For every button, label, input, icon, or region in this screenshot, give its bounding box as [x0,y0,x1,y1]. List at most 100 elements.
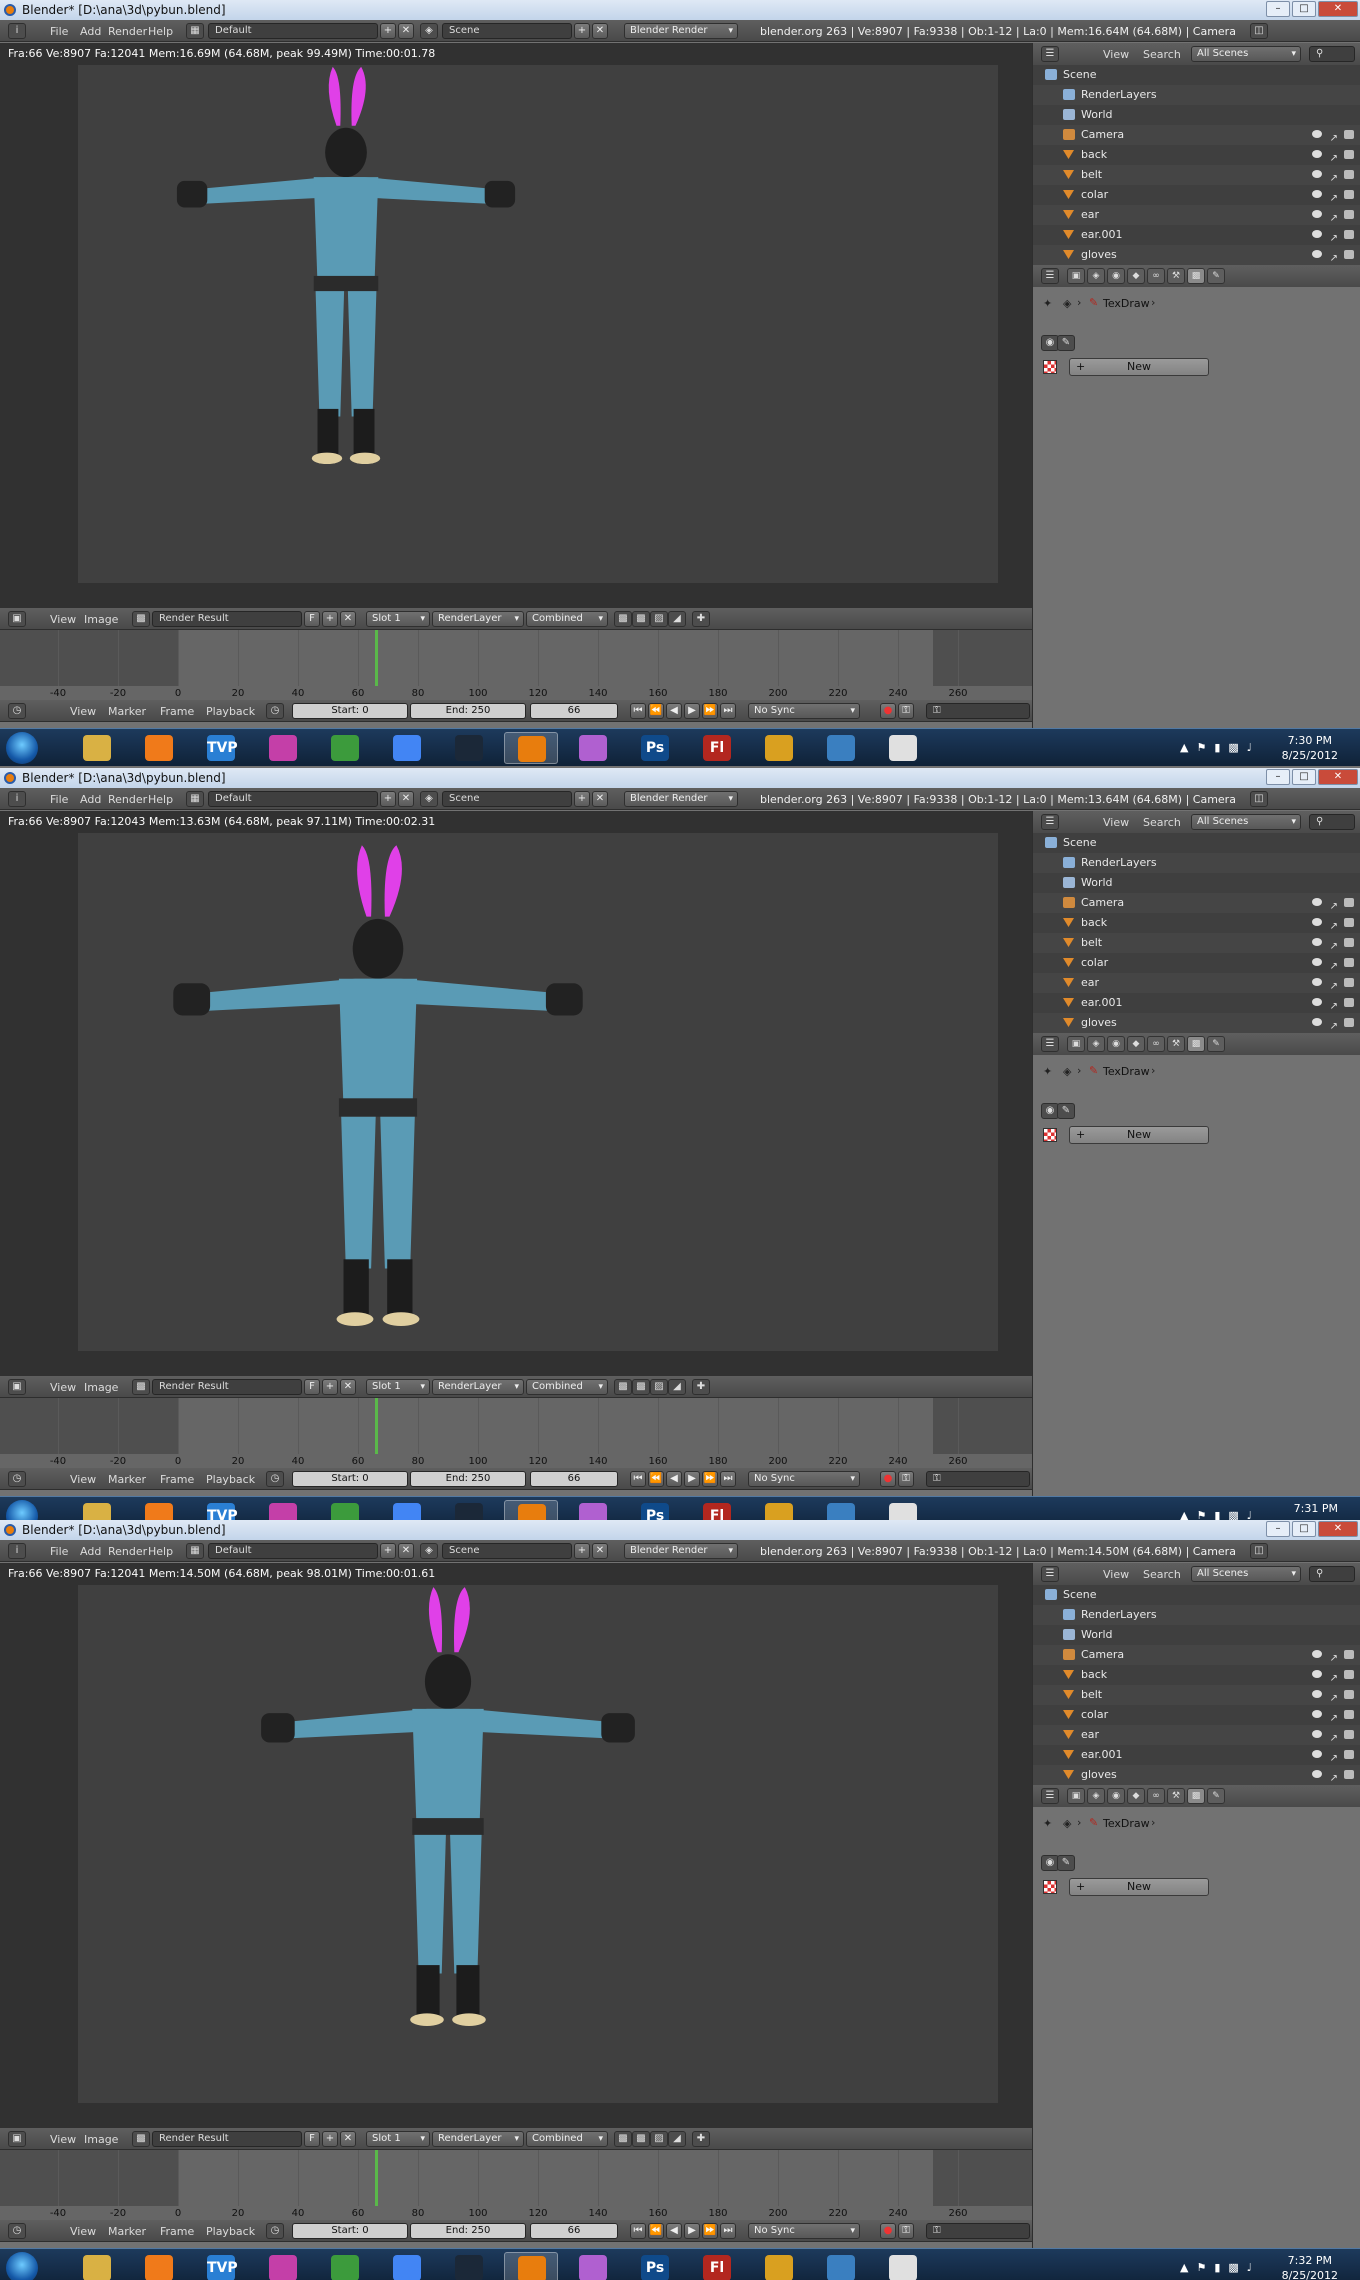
properties-type-icon[interactable]: ☰ [1041,1788,1059,1804]
visibility-eye-icon[interactable] [1312,170,1322,178]
texture-tab-icon[interactable]: ▩ [1187,1036,1205,1052]
taskbar-clock[interactable]: 7:31 PM [1294,1501,1338,1516]
start-orb-icon[interactable] [6,732,38,764]
timeline-marker-menu[interactable]: Marker [108,2225,146,2238]
menu-add[interactable]: Add [80,25,101,38]
add-layout-icon[interactable]: + [380,1543,396,1559]
play-icon[interactable]: ▶ [684,703,700,719]
outliner-filter-dropdown[interactable]: All Scenes [1191,46,1301,62]
tvp-icon[interactable]: TVP [194,732,248,764]
brush-slot-icon[interactable]: ✎ [1057,335,1075,351]
menu-file[interactable]: File [50,793,68,806]
render-camera-icon[interactable] [1344,958,1354,967]
texture-tab-icon[interactable]: ▩ [1187,1788,1205,1804]
menu-file[interactable]: File [50,25,68,38]
visibility-eye-icon[interactable] [1312,230,1322,238]
render-tab-icon[interactable]: ▣ [1067,1788,1085,1804]
start-orb-icon[interactable] [6,1500,38,1520]
screen-layout-icon[interactable]: ▦ [186,791,204,807]
fullscreen-icon[interactable]: ◫ [1250,1543,1268,1559]
render-camera-icon[interactable] [1344,150,1354,159]
menu-render[interactable]: Render [108,1545,147,1558]
flash-icon[interactable]: Fl [690,1500,744,1520]
image-close-icon[interactable]: ✕ [340,2131,356,2147]
editor-type-icon[interactable]: i [8,23,26,39]
image-name-field[interactable]: Render Result [152,1379,302,1395]
system-tray[interactable]: ▲⚑▮▩♩ [1180,1509,1260,1520]
image-editor-type-icon[interactable]: ▣ [8,611,26,627]
world-tab-icon[interactable]: ◉ [1107,1036,1125,1052]
outliner-item[interactable]: Scene [1033,65,1360,85]
outliner-item[interactable]: World [1033,105,1360,125]
play-reverse-icon[interactable]: ◀ [666,1471,682,1487]
visibility-eye-icon[interactable] [1312,958,1322,966]
screen-layout-field[interactable]: Default [208,1543,378,1559]
render-camera-icon[interactable] [1344,1690,1354,1699]
display-rgb-icon[interactable]: ▩ [614,611,632,627]
minimize-button[interactable]: – [1266,1,1290,17]
display-alpha-icon[interactable]: ▩ [632,2131,650,2147]
object-tab-icon[interactable]: ◆ [1127,1036,1145,1052]
world-tab-icon[interactable]: ◉ [1107,1788,1125,1804]
start-orb-icon[interactable] [6,2252,38,2280]
pin-icon[interactable]: ✦ [1043,1065,1052,1078]
brush-tab-icon[interactable]: ✎ [1207,1036,1225,1052]
add-layout-icon[interactable]: + [380,791,396,807]
jump-start-icon[interactable]: ⏮ [630,703,646,719]
color-wheel-icon[interactable] [566,2252,620,2280]
properties-type-icon[interactable]: ☰ [1041,1036,1059,1052]
image-add-icon[interactable]: + [322,611,338,627]
visibility-eye-icon[interactable] [1312,898,1322,906]
timeline-type-icon[interactable]: ◷ [8,703,26,719]
timeline-marker-menu[interactable]: Marker [108,1473,146,1486]
sync-dropdown[interactable]: No Sync [748,1471,860,1487]
outliner-item[interactable]: colar ↗ [1033,1705,1360,1725]
puzzle-icon[interactable] [752,1500,806,1520]
system-tray[interactable]: ▲⚑▮▩♩ [1180,2261,1260,2274]
visibility-eye-icon[interactable] [1312,210,1322,218]
visibility-eye-icon[interactable] [1312,1670,1322,1678]
add-scene-icon[interactable]: + [574,791,590,807]
painter-icon[interactable] [876,1500,930,1520]
display-channels-icon[interactable]: ◢ [668,2131,686,2147]
files-icon[interactable] [70,1500,124,1520]
outliner-view-menu[interactable]: View [1103,1568,1129,1581]
keying-set-field[interactable]: ⚿ [926,1471,1030,1487]
image-browse-icon[interactable]: ▩ [132,1379,150,1395]
pin-icon[interactable]: ✦ [1043,297,1052,310]
jump-end-icon[interactable]: ⏭ [720,2223,736,2239]
timeline-marker-menu[interactable]: Marker [108,705,146,718]
play-reverse-icon[interactable]: ◀ [666,2223,682,2239]
close-button[interactable]: ✕ [1318,769,1358,785]
media-player-icon[interactable] [132,1500,186,1520]
render-engine-dropdown[interactable]: Blender Render [624,791,738,807]
render-engine-dropdown[interactable]: Blender Render [624,23,738,39]
outliner-search-field[interactable]: ⚲ [1309,814,1355,830]
keying-set-field[interactable]: ⚿ [926,2223,1030,2239]
scene-field[interactable]: Scene [442,791,572,807]
image-view-menu[interactable]: View [50,613,76,626]
image-editor-type-icon[interactable]: ▣ [8,1379,26,1395]
outliner-item[interactable]: Scene [1033,1585,1360,1605]
sync-dropdown[interactable]: No Sync [748,703,860,719]
media-player-icon[interactable] [132,2252,186,2280]
scene-icon[interactable]: ◈ [420,1543,438,1559]
brush-tab-icon[interactable]: ✎ [1207,1788,1225,1804]
close-button[interactable]: ✕ [1318,1,1358,17]
fake-user-button[interactable]: F [304,1379,320,1395]
image-editor-viewport[interactable]: Fra:66 Ve:8907 Fa:12043 Mem:13.63M (64.6… [0,811,1032,1376]
screen-icon[interactable] [814,732,868,764]
outliner-item[interactable]: RenderLayers [1033,1605,1360,1625]
outliner-item[interactable]: gloves ↗ [1033,1765,1360,1785]
timeline-view-menu[interactable]: View [70,1473,96,1486]
render-pass-dropdown[interactable]: Combined [526,1379,608,1395]
blender-icon[interactable] [504,732,558,764]
keying-set-icon[interactable]: ⚿ [898,2223,914,2239]
display-channels-icon[interactable]: ◢ [668,1379,686,1395]
blender-icon[interactable] [504,2252,558,2280]
outliner-item[interactable]: ear ↗ [1033,973,1360,993]
outliner-item[interactable]: Scene [1033,833,1360,853]
preview-range-icon[interactable]: ◷ [266,1471,284,1487]
scene-icon[interactable]: ◈ [420,23,438,39]
outliner-filter-dropdown[interactable]: All Scenes [1191,1566,1301,1582]
